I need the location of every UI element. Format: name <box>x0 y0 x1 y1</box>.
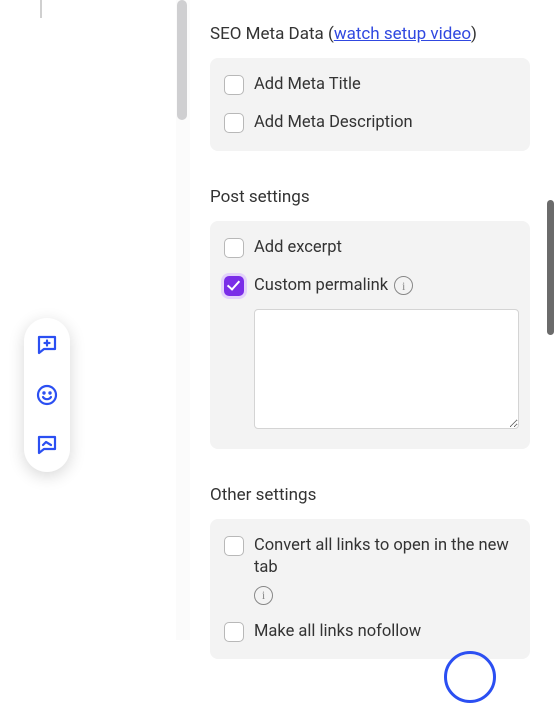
permalink-textarea[interactable] <box>254 309 519 429</box>
left-panel-edge <box>40 0 42 18</box>
emoji-button[interactable] <box>34 382 60 408</box>
permalink-textarea-wrap <box>254 309 516 433</box>
make-links-nofollow-checkbox[interactable] <box>224 622 244 642</box>
post-settings-title: Post settings <box>210 187 530 207</box>
convert-links-row: Convert all links to open in the new tab… <box>224 535 516 605</box>
settings-content: SEO Meta Data (watch setup video) Add Me… <box>210 0 530 659</box>
custom-permalink-row: Custom permalink i <box>224 275 516 297</box>
add-meta-title-label: Add Meta Title <box>254 74 361 96</box>
convert-links-text: Convert all links to open in the new tab <box>254 535 516 580</box>
seo-title-text: SEO Meta Data ( <box>210 24 334 44</box>
custom-permalink-checkbox[interactable] <box>224 276 244 296</box>
other-settings-title: Other settings <box>210 485 530 505</box>
add-excerpt-checkbox[interactable] <box>224 238 244 258</box>
seo-title-suffix: ) <box>471 24 477 44</box>
add-comment-button[interactable] <box>34 332 60 358</box>
add-meta-title-checkbox[interactable] <box>224 75 244 95</box>
add-meta-description-row: Add Meta Description <box>224 112 516 134</box>
add-meta-title-row: Add Meta Title <box>224 74 516 96</box>
custom-permalink-label: Custom permalink i <box>254 275 413 297</box>
add-excerpt-label: Add excerpt <box>254 237 342 259</box>
add-excerpt-row: Add excerpt <box>224 237 516 259</box>
convert-links-new-tab-checkbox[interactable] <box>224 536 244 556</box>
add-meta-description-label: Add Meta Description <box>254 112 413 134</box>
convert-links-new-tab-label: Convert all links to open in the new tab… <box>254 535 516 605</box>
post-settings-panel: Add excerpt Custom permalink i <box>210 221 530 450</box>
smiley-icon <box>35 383 59 407</box>
other-settings-panel: Convert all links to open in the new tab… <box>210 519 530 659</box>
speech-plus-icon <box>35 333 59 357</box>
add-meta-description-checkbox[interactable] <box>224 113 244 133</box>
partial-action-circle[interactable] <box>444 651 496 703</box>
speech-check-icon <box>35 433 59 457</box>
seo-section-title: SEO Meta Data (watch setup video) <box>210 24 530 44</box>
custom-permalink-text: Custom permalink <box>254 275 388 297</box>
info-icon[interactable]: i <box>394 276 413 295</box>
page-scrollbar-thumb[interactable] <box>547 200 554 335</box>
floating-toolbar <box>24 318 70 472</box>
feedback-button[interactable] <box>34 432 60 458</box>
inner-scrollbar-thumb[interactable] <box>177 0 187 120</box>
watch-setup-video-link[interactable]: watch setup video <box>334 24 471 44</box>
info-icon[interactable]: i <box>254 586 273 605</box>
seo-panel: Add Meta Title Add Meta Description <box>210 58 530 151</box>
